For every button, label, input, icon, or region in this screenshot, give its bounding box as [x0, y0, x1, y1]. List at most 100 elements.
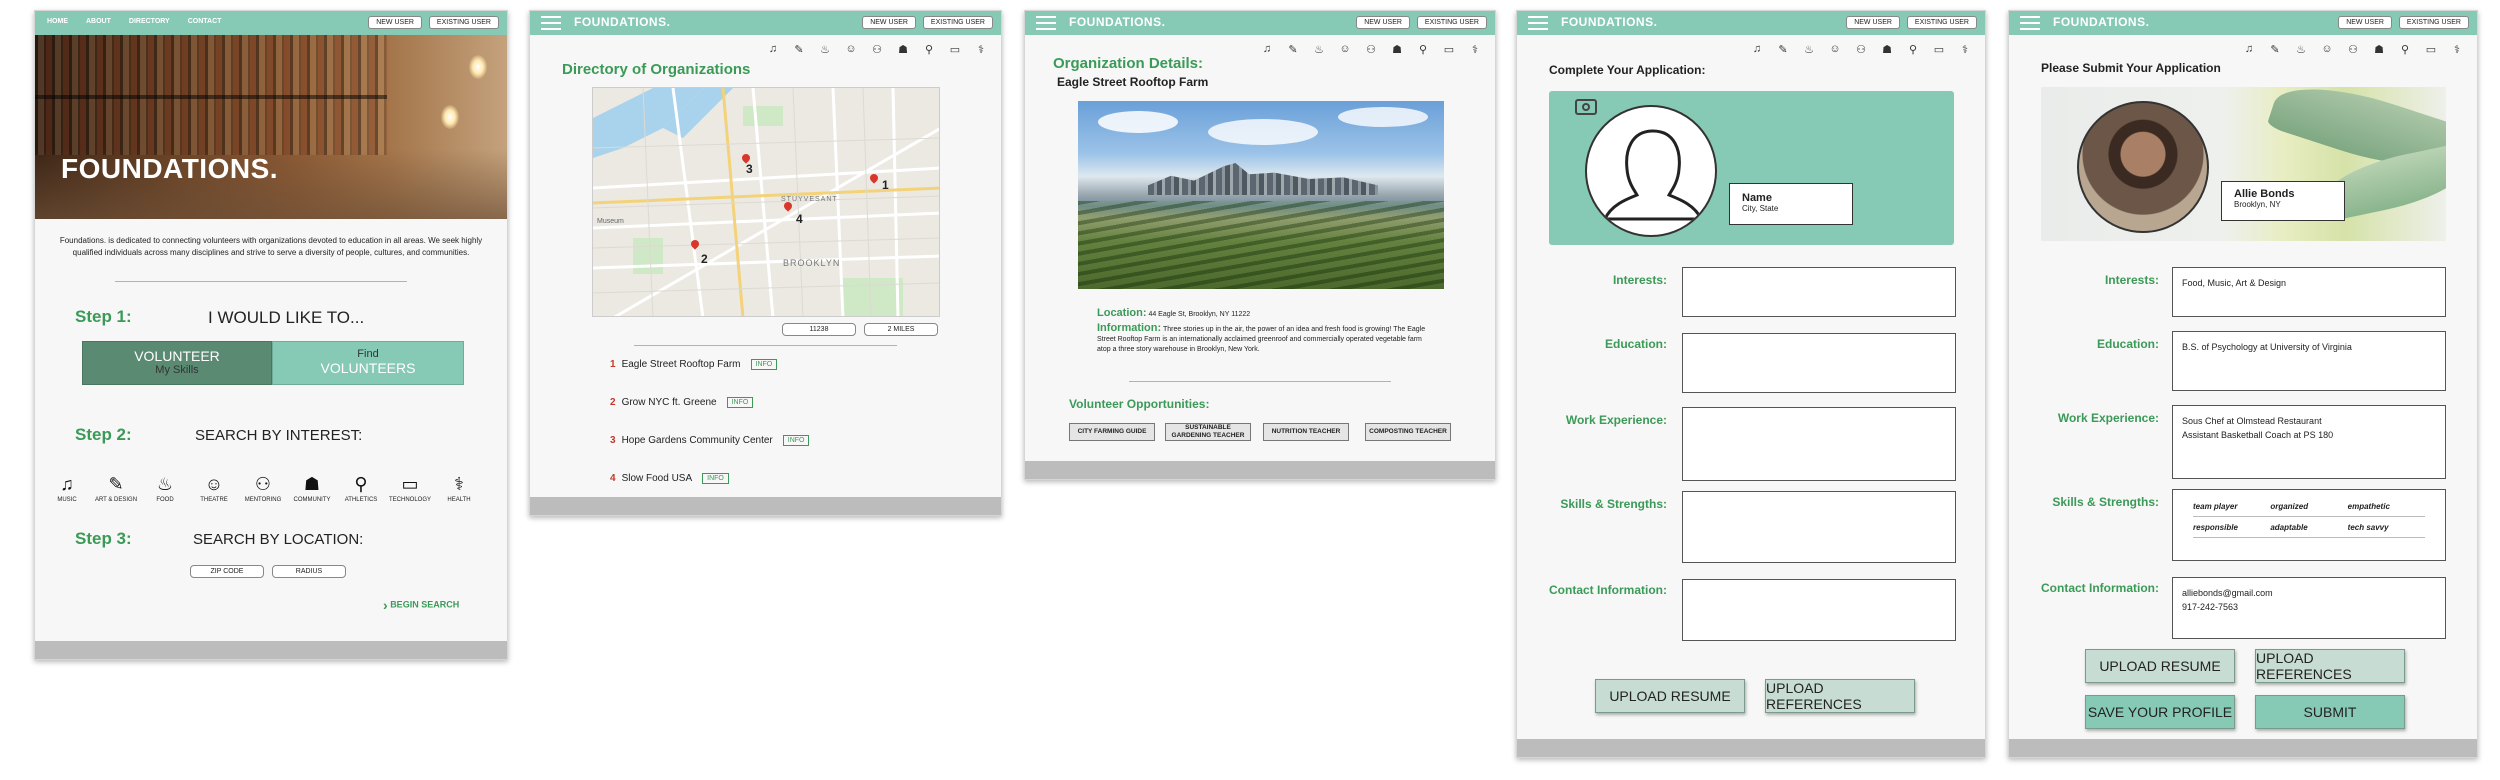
- mentoring-icon[interactable]: ⚇: [871, 43, 883, 56]
- category-music[interactable]: ♫ MUSIC: [43, 473, 91, 503]
- upload-references-button[interactable]: UPLOAD REFERENCES: [2255, 649, 2405, 683]
- org-list-item[interactable]: 1 Eagle Street Rooftop Farm INFO: [610, 359, 778, 370]
- save-profile-button[interactable]: SAVE YOUR PROFILE: [2085, 695, 2235, 729]
- paintbrush-icon[interactable]: ✎: [1287, 43, 1299, 56]
- opportunity-button[interactable]: NUTRITION TEACHER: [1263, 423, 1349, 441]
- existing-user-button[interactable]: EXISTING USER: [2398, 16, 2469, 29]
- org-list-item[interactable]: 4 Slow Food USA INFO: [610, 473, 729, 484]
- mentoring-icon[interactable]: ⚇: [2347, 43, 2359, 56]
- category-athletics[interactable]: ⚲ ATHLETICS: [337, 473, 385, 503]
- paintbrush-icon[interactable]: ✎: [793, 43, 805, 56]
- theatre-masks-icon[interactable]: ☺: [845, 43, 857, 56]
- radius-value[interactable]: 2 MILES: [864, 323, 938, 336]
- upload-resume-button[interactable]: UPLOAD RESUME: [2085, 649, 2235, 683]
- name-card[interactable]: Name City, State: [1729, 183, 1853, 225]
- education-field[interactable]: B.S. of Psychology at University of Virg…: [2172, 331, 2446, 391]
- work-experience-field[interactable]: [1682, 407, 1956, 481]
- existing-user-button[interactable]: EXISTING USER: [1416, 16, 1487, 29]
- theatre-masks-icon[interactable]: ☺: [2321, 43, 2333, 56]
- skills-field[interactable]: team player organized empathetic respons…: [2172, 489, 2446, 561]
- bicycle-icon[interactable]: ⚲: [2399, 43, 2411, 56]
- opportunity-button[interactable]: COMPOSTING TEACHER: [1365, 423, 1451, 441]
- bicycle-icon[interactable]: ⚲: [923, 43, 935, 56]
- paintbrush-icon[interactable]: ✎: [1777, 43, 1789, 56]
- hamburger-menu-icon[interactable]: [1036, 16, 1056, 30]
- submit-button[interactable]: SUBMIT: [2255, 695, 2405, 729]
- chef-hat-icon[interactable]: ♨: [1803, 43, 1815, 56]
- music-icon[interactable]: ♫: [1261, 43, 1273, 56]
- music-icon[interactable]: ♫: [1751, 43, 1763, 56]
- org-list-item[interactable]: 3 Hope Gardens Community Center INFO: [610, 435, 810, 446]
- community-icon[interactable]: ☗: [2373, 43, 2385, 56]
- theatre-masks-icon[interactable]: ☺: [1829, 43, 1841, 56]
- skills-field[interactable]: [1682, 491, 1956, 563]
- map-view[interactable]: STUYVESANT BROOKLYN Museum 3 1 4 2: [592, 87, 940, 317]
- stethoscope-icon[interactable]: ⚕: [2451, 43, 2463, 56]
- find-volunteers-toggle[interactable]: Find VOLUNTEERS: [272, 341, 464, 385]
- zip-value[interactable]: 11238: [782, 323, 856, 336]
- community-icon[interactable]: ☗: [897, 43, 909, 56]
- category-mentoring[interactable]: ⚇ MENTORING: [239, 473, 287, 503]
- avatar-placeholder[interactable]: [1585, 105, 1717, 237]
- nav-directory[interactable]: DIRECTORY: [129, 18, 170, 25]
- upload-resume-button[interactable]: UPLOAD RESUME: [1595, 679, 1745, 713]
- theatre-masks-icon[interactable]: ☺: [1339, 43, 1351, 56]
- new-user-button[interactable]: NEW USER: [2338, 16, 2392, 29]
- category-art[interactable]: ✎ ART & DESIGN: [92, 473, 140, 503]
- hamburger-menu-icon[interactable]: [541, 16, 561, 30]
- radius-input[interactable]: RADIUS: [272, 565, 346, 578]
- info-button[interactable]: INFO: [726, 397, 754, 408]
- nav-about[interactable]: ABOUT: [86, 18, 111, 25]
- contact-field[interactable]: [1682, 579, 1956, 641]
- avatar[interactable]: [2077, 101, 2209, 233]
- existing-user-button[interactable]: EXISTING USER: [428, 16, 499, 29]
- education-field[interactable]: [1682, 333, 1956, 393]
- info-button[interactable]: INFO: [782, 435, 810, 446]
- nav-contact[interactable]: CONTACT: [188, 18, 222, 25]
- community-icon[interactable]: ☗: [1881, 43, 1893, 56]
- info-button[interactable]: INFO: [750, 359, 778, 370]
- camera-icon[interactable]: [1575, 99, 1597, 115]
- chef-hat-icon[interactable]: ♨: [819, 43, 831, 56]
- opportunity-button[interactable]: SUSTAINABLE GARDENING TEACHER: [1165, 423, 1251, 441]
- bicycle-icon[interactable]: ⚲: [1417, 43, 1429, 56]
- category-theatre[interactable]: ☺ THEATRE: [190, 473, 238, 503]
- community-icon[interactable]: ☗: [1391, 43, 1403, 56]
- bicycle-icon[interactable]: ⚲: [1907, 43, 1919, 56]
- upload-references-button[interactable]: UPLOAD REFERENCES: [1765, 679, 1915, 713]
- hamburger-menu-icon[interactable]: [2020, 16, 2040, 30]
- category-community[interactable]: ☗ COMMUNITY: [288, 473, 336, 503]
- new-user-button[interactable]: NEW USER: [1846, 16, 1900, 29]
- mentoring-icon[interactable]: ⚇: [1855, 43, 1867, 56]
- interests-field[interactable]: [1682, 267, 1956, 317]
- nav-home[interactable]: HOME: [47, 18, 68, 25]
- existing-user-button[interactable]: EXISTING USER: [1906, 16, 1977, 29]
- music-icon[interactable]: ♫: [767, 43, 779, 56]
- stethoscope-icon[interactable]: ⚕: [1469, 43, 1481, 56]
- laptop-icon[interactable]: ▭: [1443, 43, 1455, 56]
- chef-hat-icon[interactable]: ♨: [2295, 43, 2307, 56]
- stethoscope-icon[interactable]: ⚕: [975, 43, 987, 56]
- work-experience-field[interactable]: Sous Chef at Olmstead Restaurant Assista…: [2172, 405, 2446, 479]
- stethoscope-icon[interactable]: ⚕: [1959, 43, 1971, 56]
- begin-search-button[interactable]: › BEGIN SEARCH: [383, 597, 459, 613]
- laptop-icon[interactable]: ▭: [1933, 43, 1945, 56]
- volunteer-toggle[interactable]: VOLUNTEER My Skills: [82, 341, 272, 385]
- category-technology[interactable]: ▭ TECHNOLOGY: [386, 473, 434, 503]
- laptop-icon[interactable]: ▭: [2425, 43, 2437, 56]
- info-button[interactable]: INFO: [702, 473, 729, 484]
- chef-hat-icon[interactable]: ♨: [1313, 43, 1325, 56]
- laptop-icon[interactable]: ▭: [949, 43, 961, 56]
- hamburger-menu-icon[interactable]: [1528, 16, 1548, 30]
- category-health[interactable]: ⚕ HEALTH: [435, 473, 483, 503]
- music-icon[interactable]: ♫: [2243, 43, 2255, 56]
- interests-field[interactable]: Food, Music, Art & Design: [2172, 267, 2446, 317]
- category-food[interactable]: ♨ FOOD: [141, 473, 189, 503]
- existing-user-button[interactable]: EXISTING USER: [922, 16, 993, 29]
- contact-field[interactable]: alliebonds@gmail.com 917-242-7563: [2172, 577, 2446, 639]
- opportunity-button[interactable]: CITY FARMING GUIDE: [1069, 423, 1155, 441]
- paintbrush-icon[interactable]: ✎: [2269, 43, 2281, 56]
- new-user-button[interactable]: NEW USER: [862, 16, 916, 29]
- name-card[interactable]: Allie Bonds Brooklyn, NY: [2221, 181, 2345, 221]
- zip-code-input[interactable]: ZIP CODE: [190, 565, 264, 578]
